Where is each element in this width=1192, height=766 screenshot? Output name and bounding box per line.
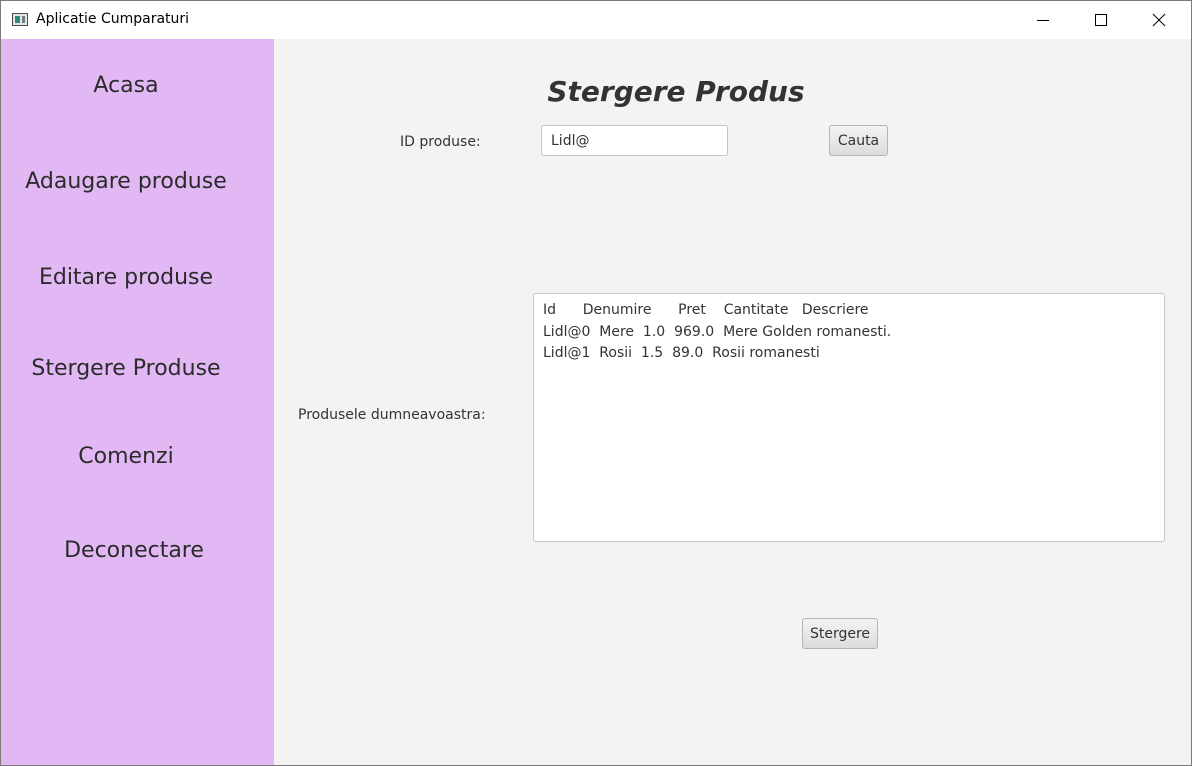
sidebar-item-comenzi[interactable]: Comenzi — [1, 444, 251, 469]
maximize-icon — [1095, 14, 1107, 26]
sidebar-item-stergere-produse[interactable]: Stergere Produse — [1, 356, 251, 381]
products-textarea[interactable]: Id Denumire Pret Cantitate Descriere Lid… — [533, 293, 1165, 542]
id-produse-label: ID produse: — [400, 134, 481, 150]
search-button[interactable]: Cauta — [829, 125, 888, 156]
maximize-button[interactable] — [1072, 1, 1130, 39]
close-button[interactable] — [1130, 1, 1188, 39]
sidebar-item-deconectare[interactable]: Deconectare — [9, 538, 259, 563]
minimize-icon — [1037, 20, 1049, 21]
window-title: Aplicatie Cumparaturi — [36, 11, 190, 27]
app-window: Aplicatie Cumparaturi Acasa Adaugare pro… — [0, 0, 1192, 766]
products-label: Produsele dumneavoastra: — [298, 407, 486, 423]
sidebar: Acasa Adaugare produse Editare produse S… — [1, 39, 274, 765]
app-icon — [12, 13, 28, 26]
close-icon — [1152, 13, 1166, 27]
page-title: Stergere Produs — [547, 75, 805, 108]
sidebar-item-adaugare-produse[interactable]: Adaugare produse — [1, 169, 251, 194]
sidebar-item-editare-produse[interactable]: Editare produse — [1, 265, 251, 290]
minimize-button[interactable] — [1014, 1, 1072, 39]
delete-button[interactable]: Stergere — [802, 618, 878, 649]
sidebar-item-acasa[interactable]: Acasa — [1, 73, 251, 98]
product-line: Lidl@1 Rosii 1.5 89.0 Rosii romanesti — [543, 345, 820, 361]
product-line: Lidl@0 Mere 1.0 969.0 Mere Golden romane… — [543, 323, 892, 340]
id-produse-input[interactable] — [541, 125, 728, 156]
title-bar: Aplicatie Cumparaturi — [1, 1, 1191, 39]
products-header-line: Id Denumire Pret Cantitate Descriere — [543, 302, 869, 318]
